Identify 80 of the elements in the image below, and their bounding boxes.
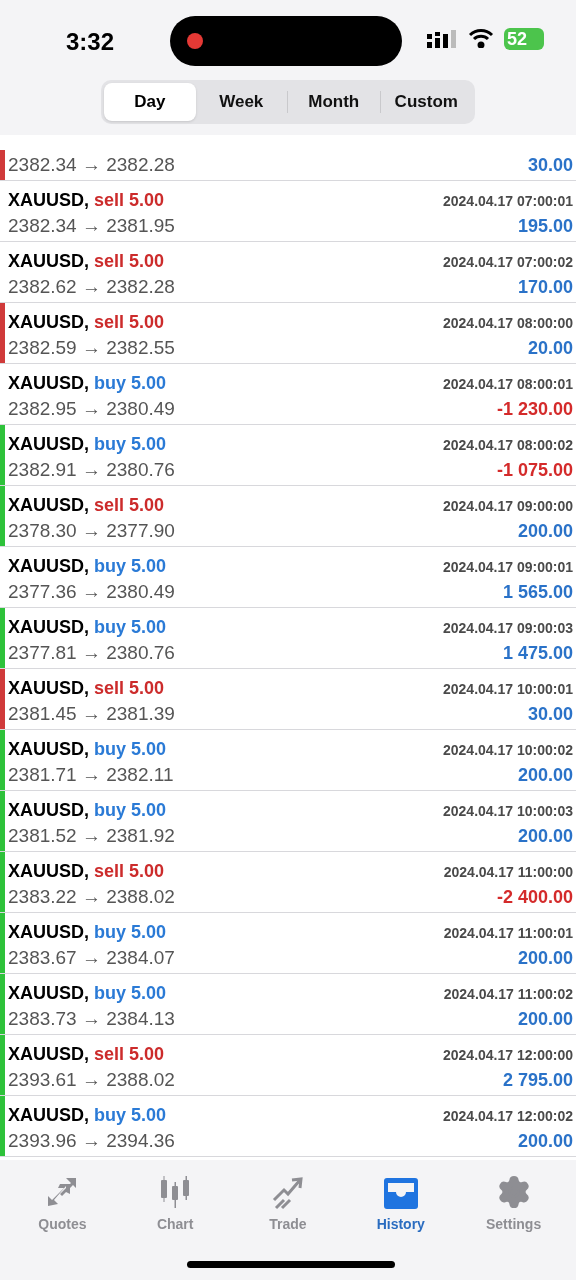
deal-time: 2024.04.17 07:00:02 — [443, 253, 573, 272]
price-range: 2383.22 → 2388.02 — [8, 884, 175, 909]
profit-value: 200.00 — [517, 519, 573, 543]
deal-title: XAUUSD, buy 5.00 — [8, 921, 167, 943]
battery-icon: 52 — [504, 28, 544, 50]
profit-value: 1 565.00 — [502, 580, 573, 604]
tab-bar-item[interactable]: Settings — [463, 1174, 564, 1235]
deal-title: XAUUSD, buy 5.00 — [8, 555, 167, 577]
deal-title: XAUUSD, buy 5.00 — [8, 1104, 167, 1126]
deal-time: 2024.04.17 10:00:02 — [443, 741, 573, 760]
period-tab[interactable]: Month — [288, 83, 380, 121]
deal-time: 2024.04.17 08:00:01 — [443, 375, 573, 394]
price-range: 2383.73 → 2384.13 — [8, 1006, 175, 1031]
profit-value: 200.00 — [517, 1007, 573, 1031]
profit-value: 30.00 — [527, 702, 573, 726]
deal-time: 2024.04.17 12:00:00 — [443, 1046, 573, 1065]
profit-value: -1 230.00 — [496, 397, 573, 421]
price-range: 2382.91 → 2380.76 — [8, 457, 175, 482]
deal-time: 2024.04.17 10:00:01 — [443, 680, 573, 699]
profit-value: -2 400.00 — [496, 885, 573, 909]
deal-title: XAUUSD, buy 5.00 — [8, 433, 167, 455]
deal-title: XAUUSD, buy 5.00 — [8, 372, 167, 394]
signal-icon — [427, 30, 459, 50]
deal-title: XAUUSD, sell 5.00 — [8, 494, 165, 516]
deal-title: XAUUSD, sell 5.00 — [8, 189, 165, 211]
deal-time: 2024.04.17 10:00:03 — [443, 802, 573, 821]
tab-bar-item[interactable]: Chart — [125, 1174, 226, 1235]
price-range: 2381.71 → 2382.11 — [8, 762, 174, 787]
deal-title: XAUUSD, buy 5.00 — [8, 982, 167, 1004]
trend-arrow-icon — [270, 1174, 306, 1210]
deal-time: 2024.04.17 11:00:01 — [443, 924, 573, 943]
profit-value: 2 795.00 — [502, 1068, 573, 1092]
deal-time: 2024.04.17 09:00:00 — [443, 497, 573, 516]
deal-time: 2024.04.17 07:00:01 — [443, 192, 573, 211]
deal-title: XAUUSD, buy 5.00 — [8, 616, 167, 638]
profit-value: 200.00 — [517, 824, 573, 848]
deal-time: 2024.04.17 08:00:00 — [443, 314, 573, 333]
deal-title: XAUUSD, sell 5.00 — [8, 250, 165, 272]
tab-bar-item[interactable]: History — [350, 1174, 451, 1235]
period-tab[interactable]: Week — [195, 83, 287, 121]
status-time: 3:32 — [66, 27, 115, 57]
price-range: 2393.61 → 2388.02 — [8, 1067, 175, 1092]
profit-value: 195.00 — [517, 214, 573, 238]
price-range: 2382.34 → 2382.28 — [8, 152, 175, 177]
deal-time: 2024.04.17 09:00:03 — [443, 619, 573, 638]
price-range: 2393.96 → 2394.36 — [8, 1128, 175, 1153]
deal-time: 2024.04.17 08:00:02 — [443, 436, 573, 455]
price-range: 2381.45 → 2381.39 — [8, 701, 175, 726]
deal-time: 2024.04.17 12:00:02 — [443, 1107, 573, 1126]
deal-title: XAUUSD, buy 5.00 — [8, 738, 167, 760]
profit-value: 30.00 — [527, 153, 573, 177]
price-range: 2382.59 → 2382.55 — [8, 335, 175, 360]
profit-value: 170.00 — [517, 275, 573, 299]
deal-title: XAUUSD, buy 5.00 — [8, 799, 167, 821]
profit-value: 200.00 — [517, 1129, 573, 1153]
profit-value: 20.00 — [527, 336, 573, 360]
profit-value: 200.00 — [517, 763, 573, 787]
price-range: 2383.67 → 2384.07 — [8, 945, 175, 970]
profit-value: 200.00 — [517, 946, 573, 970]
price-range: 2382.34 → 2381.95 — [8, 213, 175, 238]
deal-title: XAUUSD, sell 5.00 — [8, 860, 165, 882]
deal-time: 2024.04.17 11:00:02 — [443, 985, 573, 1004]
price-range: 2377.81 → 2380.76 — [8, 640, 175, 665]
price-range: 2377.36 → 2380.49 — [8, 579, 175, 604]
deal-title: XAUUSD, sell 5.00 — [8, 1043, 165, 1065]
tab-bar-item[interactable]: Trade — [238, 1174, 338, 1235]
price-range: 2382.95 → 2380.49 — [8, 396, 175, 421]
price-range: 2381.52 → 2381.92 — [8, 823, 175, 848]
period-tab[interactable]: Custom — [380, 83, 472, 121]
deal-time: 2024.04.17 11:00:00 — [443, 863, 573, 882]
profit-value: 1 475.00 — [502, 641, 573, 665]
deal-time: 2024.04.17 09:00:01 — [443, 558, 573, 577]
price-range: 2382.62 → 2382.28 — [8, 274, 175, 299]
profit-value: -1 075.00 — [496, 458, 573, 482]
wifi-icon — [468, 28, 494, 48]
deal-title: XAUUSD, sell 5.00 — [8, 677, 165, 699]
period-tab[interactable]: Day — [104, 83, 196, 121]
deal-title: XAUUSD, sell 5.00 — [8, 311, 165, 333]
tab-bar-item[interactable]: Quotes — [12, 1174, 113, 1235]
price-range: 2378.30 → 2377.90 — [8, 518, 175, 543]
